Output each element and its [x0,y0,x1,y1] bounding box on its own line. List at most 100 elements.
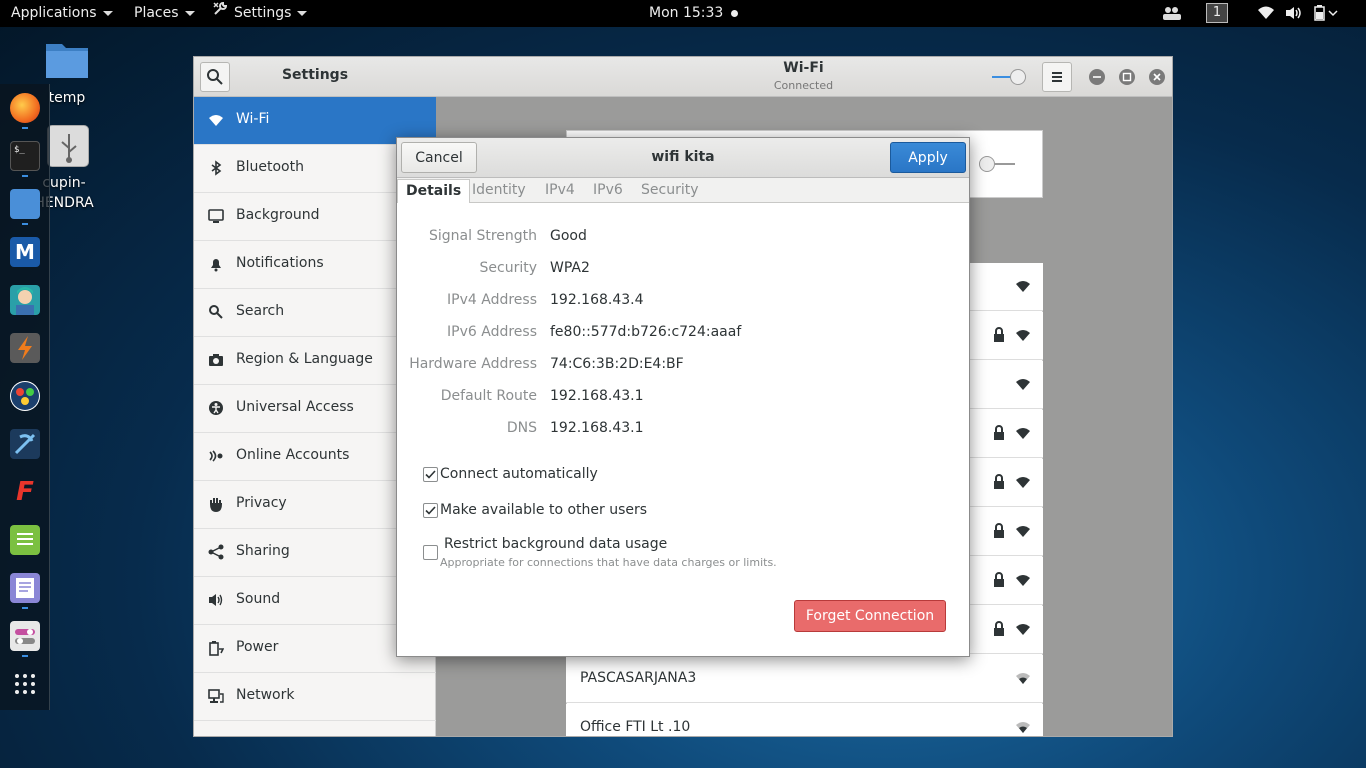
wifi-signal-icon [1016,575,1030,586]
main-header: Wi-Fi Connected [436,57,1172,97]
network-name: Office FTI Lt .10 [580,719,691,735]
workspace-indicator[interactable]: 1 [1206,0,1228,27]
wifi-signal-icon [1016,428,1030,439]
chevron-down-icon [297,10,308,16]
available-to-others-checkbox[interactable] [423,503,438,518]
connect-automatically-checkbox[interactable] [423,467,438,482]
firefox-icon[interactable] [10,93,40,123]
sidebar-item-label: Sound [236,591,281,607]
minimize-button[interactable] [1089,69,1105,85]
dialog-header: Cancel wifi kita Apply [397,138,969,178]
maximize-button[interactable] [1119,69,1135,85]
detail-key: Hardware Address [409,356,537,372]
sidebar-title: Settings [281,67,349,83]
network-row[interactable]: PASCASARJANA3 [566,655,1043,703]
detail-key: DNS [506,420,537,436]
lock-icon [994,621,1004,636]
forget-connection-button[interactable]: Forget Connection [794,600,946,632]
restrict-background-data-hint: Appropriate for connections that have da… [440,556,777,569]
airplane-mode-switch[interactable] [977,155,1017,173]
faraday-icon[interactable]: F [10,477,40,507]
sidebar-item-label: Background [236,207,320,223]
volume-icon[interactable] [1285,0,1303,27]
wifi-signal-icon [1016,624,1030,635]
workspace-number: 1 [1206,3,1228,23]
menu-button[interactable] [1042,62,1072,92]
detail-key: Security [479,260,538,276]
chevron-down-icon [102,10,113,16]
dialog-title: wifi kita [651,149,715,165]
available-to-others-label[interactable]: Make available to other users [440,502,647,518]
people-icon[interactable] [1162,0,1182,27]
detail-value: 192.168.43.1 [550,420,644,436]
sidebar-item-network[interactable]: Network [194,673,436,721]
top-bar: Applications Places Settings Mon 15:33 1 [0,0,1366,27]
apply-button[interactable]: Apply [890,142,966,173]
wifi-toggle-switch[interactable] [992,69,1028,85]
avatar-app-icon[interactable] [10,285,40,315]
close-button[interactable] [1149,69,1165,85]
metasploit-icon[interactable]: M [10,237,40,267]
tweaks-icon[interactable] [10,621,40,651]
wrench-icon [212,0,228,26]
lock-icon [994,523,1004,538]
detail-key: IPv4 Address [447,292,537,308]
tab-identity[interactable]: Identity [464,179,534,203]
connection-dialog: Cancel wifi kita Apply Details Identity … [396,137,970,657]
wifi-icon [209,115,223,126]
wifi-status-icon[interactable] [1257,0,1275,27]
sidebar-item-label: Bluetooth [236,159,304,175]
detail-key: IPv6 Address [447,324,537,340]
sidebar-header: Settings [194,57,436,97]
network-row[interactable]: Office FTI Lt .10 [566,704,1043,736]
settings-app-menu[interactable]: Settings [212,0,308,27]
connect-automatically-label[interactable]: Connect automatically [440,466,598,482]
app-grid-icon[interactable] [10,669,40,699]
restrict-background-data-checkbox[interactable] [423,545,438,560]
hand-icon [209,498,223,512]
burp-icon[interactable] [10,333,40,363]
places-label: Places [134,5,179,21]
wifi-signal-icon [1016,673,1030,684]
sidebar-item-label: Online Accounts [236,447,350,463]
wifi-signal-icon [1016,722,1030,733]
wifi-signal-icon [1016,379,1030,390]
clock[interactable]: Mon 15:33 [649,0,738,27]
sidebar-item-label: Privacy [236,495,287,511]
text-editor-icon[interactable] [10,573,40,603]
restrict-background-data-label[interactable]: Restrict background data usage [444,536,667,552]
terminal-icon[interactable]: $_ [10,141,40,171]
wifi-signal-icon [1016,526,1030,537]
running-indicator [22,223,28,225]
running-indicator [22,655,28,657]
places-menu[interactable]: Places [134,0,195,27]
lock-icon [994,572,1004,587]
checkmark-icon [425,470,436,479]
kali-tool-icon[interactable] [10,429,40,459]
applications-menu[interactable]: Applications [11,0,113,27]
running-indicator [22,127,28,129]
clock-label: Mon 15:33 [649,5,724,21]
wifi-signal-icon [1016,477,1030,488]
tab-ipv4[interactable]: IPv4 [537,179,583,203]
tab-security[interactable]: Security [633,179,707,203]
chevron-down-icon [184,10,195,16]
minimize-icon [1093,76,1101,78]
detail-key: Default Route [440,388,537,404]
sidebar-item-label: Region & Language [236,351,373,367]
tab-details[interactable]: Details [397,179,471,203]
detail-key: Signal Strength [428,228,537,244]
network-name: PASCASARJANA3 [580,670,697,686]
lock-icon [994,425,1004,440]
tab-ipv6[interactable]: IPv6 [585,179,631,203]
files-icon[interactable] [10,189,40,219]
maltego-icon[interactable] [10,381,40,411]
battery-icon[interactable] [1313,0,1339,27]
detail-value: fe80::577d:b726:c724:aaaf [550,324,742,340]
notification-dot-icon [730,9,738,17]
folder-icon [46,44,88,78]
settings-label: Settings [234,5,292,21]
share-icon [208,544,224,560]
notes-icon[interactable] [10,525,40,555]
detail-value: 192.168.43.4 [550,292,644,308]
